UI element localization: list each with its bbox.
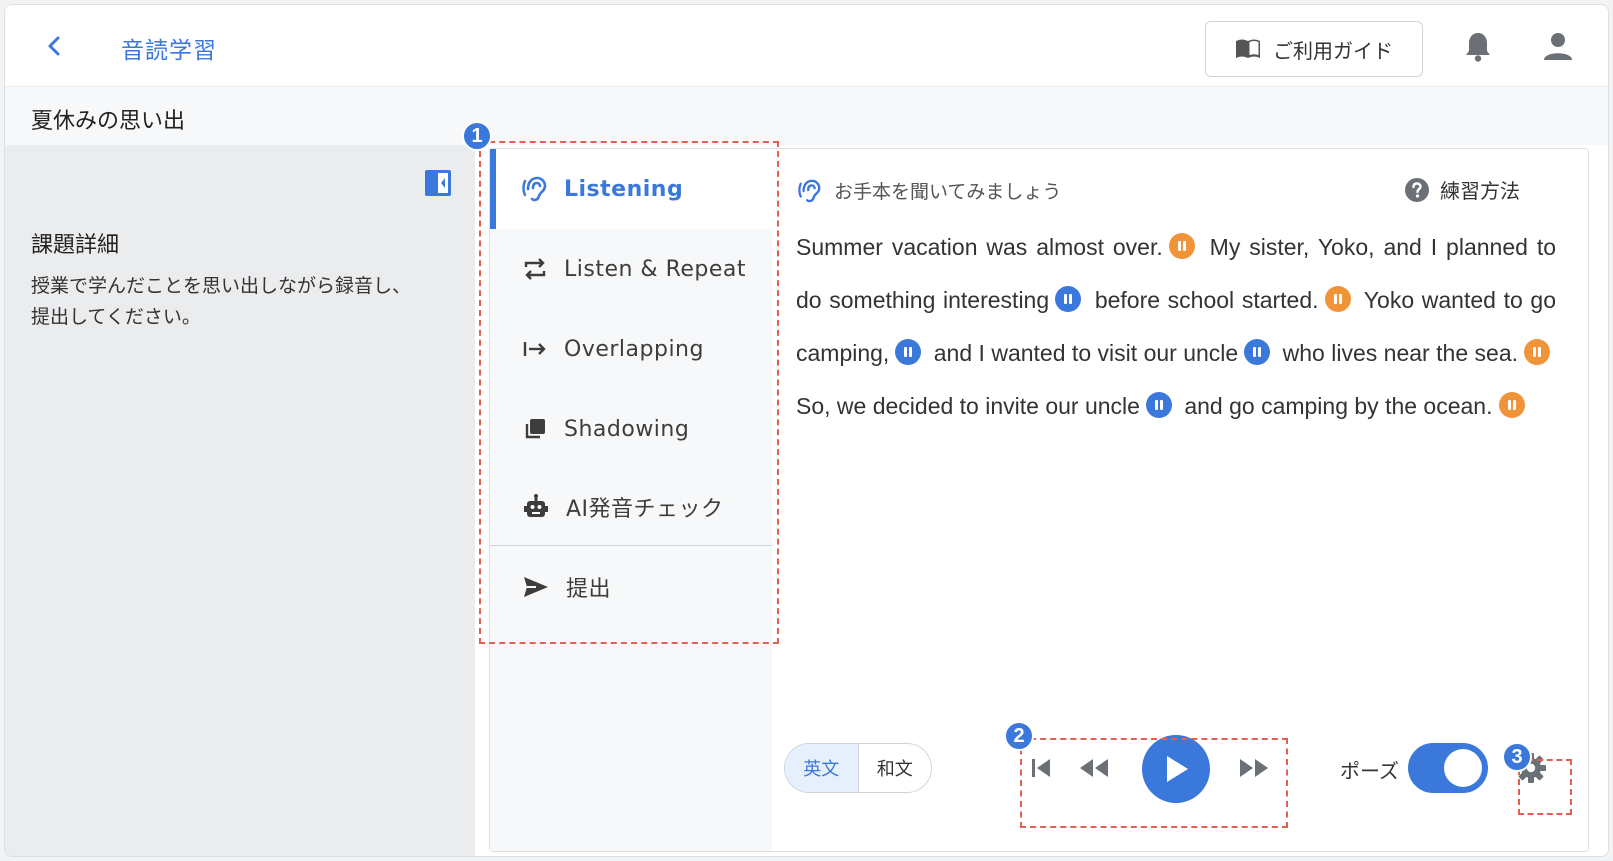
arrow-right-bar-icon bbox=[523, 342, 546, 356]
nav-item-submit[interactable]: 提出 bbox=[490, 547, 772, 627]
lesson-title: 夏休みの思い出 bbox=[31, 109, 186, 134]
help-circle-icon bbox=[1405, 177, 1429, 202]
practice-method-link[interactable]: 練習方法 bbox=[1404, 175, 1520, 204]
notifications-button[interactable] bbox=[1461, 29, 1495, 63]
send-icon bbox=[524, 577, 548, 597]
sidebar-collapse-icon bbox=[425, 170, 451, 196]
detail-title: 課題詳細 bbox=[31, 233, 120, 258]
listening-content: お手本を聞いてみましょう 練習方法 Summer vacation was al… bbox=[772, 149, 1588, 851]
passage-segment: who lives near the sea. bbox=[1282, 340, 1518, 366]
pause-marker-short[interactable] bbox=[1244, 339, 1271, 365]
ear-icon bbox=[798, 179, 821, 202]
passage-segment: and go camping by the ocean. bbox=[1184, 393, 1493, 419]
nav-item-listening[interactable]: Listening bbox=[490, 149, 772, 229]
user-guide-button[interactable]: ご利用ガイド bbox=[1205, 21, 1423, 77]
instruction-text: お手本を聞いてみましょう bbox=[834, 181, 1062, 203]
nav-label-submit: 提出 bbox=[566, 577, 612, 602]
bell-icon bbox=[1466, 33, 1490, 62]
language-toggle: 英文 和文 bbox=[784, 743, 932, 793]
rewind-button[interactable] bbox=[1076, 753, 1112, 783]
practice-method-label: 練習方法 bbox=[1440, 179, 1520, 203]
nav-label-listen-repeat: Listen & Repeat bbox=[564, 256, 747, 282]
passage-segment: So, we decided to invite our uncle bbox=[796, 393, 1140, 419]
nav-label-overlapping: Overlapping bbox=[564, 336, 704, 362]
passage-text: Summer vacation was almost over. My sist… bbox=[796, 221, 1556, 433]
pause-marker-long[interactable] bbox=[1324, 286, 1351, 312]
nav-divider bbox=[490, 545, 772, 546]
fast-forward-button[interactable] bbox=[1236, 753, 1272, 783]
nav-item-shadowing[interactable]: Shadowing bbox=[490, 389, 772, 469]
pause-toggle-switch[interactable] bbox=[1408, 743, 1488, 793]
japanese-text-option[interactable]: 和文 bbox=[859, 744, 932, 792]
pause-toggle-label: ポーズ bbox=[1340, 759, 1399, 783]
instruction: お手本を聞いてみましょう bbox=[798, 177, 1061, 204]
skip-previous-icon bbox=[1032, 759, 1050, 777]
play-button[interactable] bbox=[1142, 735, 1210, 803]
annotation-badge-3: 3 bbox=[1502, 742, 1532, 772]
app-window: 音読学習 ご利用ガイド 夏休みの思い出 課題詳細 授業で学んだことを思い出しなが… bbox=[4, 4, 1609, 857]
user-icon bbox=[1544, 33, 1572, 60]
play-icon bbox=[1167, 756, 1188, 782]
annotation-badge-2: 2 bbox=[1004, 721, 1034, 751]
english-text-option[interactable]: 英文 bbox=[785, 744, 859, 792]
top-header: 音読学習 ご利用ガイド bbox=[5, 5, 1608, 87]
app-title: 音読学習 bbox=[121, 38, 217, 64]
practice-mode-nav: Listening Listen & Repeat Overlapping Sh… bbox=[490, 149, 772, 851]
repeat-icon bbox=[524, 258, 546, 280]
passage-segment: Summer vacation was almost over. bbox=[796, 234, 1163, 260]
assignment-detail-panel: 課題詳細 授業で学んだことを思い出しながら録音し、提出してください。 bbox=[5, 145, 475, 856]
switch-knob bbox=[1444, 749, 1482, 787]
pause-marker-short[interactable] bbox=[895, 339, 922, 365]
skip-to-start-button[interactable] bbox=[1026, 753, 1056, 783]
annotation-badge-1: 1 bbox=[462, 121, 492, 151]
nav-label-ai-pronunciation: AI発音チェック bbox=[566, 497, 724, 522]
pause-marker-long[interactable] bbox=[1498, 392, 1525, 418]
ear-icon bbox=[522, 176, 547, 202]
nav-label-shadowing: Shadowing bbox=[564, 416, 690, 442]
passage-segment: and I wanted to visit our uncle bbox=[933, 340, 1239, 366]
robot-icon bbox=[524, 494, 548, 517]
passage-segment: before school started. bbox=[1094, 287, 1319, 313]
nav-item-overlapping[interactable]: Overlapping bbox=[490, 309, 772, 389]
lesson-title-bar: 夏休みの思い出 bbox=[5, 87, 1608, 145]
rewind-icon bbox=[1080, 759, 1108, 777]
audio-player-controls bbox=[1012, 723, 1292, 813]
nav-item-ai-pronunciation[interactable]: AI発音チェック bbox=[490, 467, 772, 547]
pause-marker-short[interactable] bbox=[1145, 392, 1172, 418]
book-icon bbox=[1236, 39, 1260, 58]
nav-label-listening: Listening bbox=[564, 176, 684, 202]
pause-marker-short[interactable] bbox=[1055, 286, 1082, 312]
nav-item-listen-repeat[interactable]: Listen & Repeat bbox=[490, 229, 772, 309]
chevron-left-icon bbox=[48, 36, 60, 56]
detail-text: 授業で学んだことを思い出しながら録音し、提出してください。 bbox=[31, 275, 412, 328]
account-button[interactable] bbox=[1541, 29, 1575, 63]
copy-icon bbox=[525, 419, 545, 439]
pause-marker-long[interactable] bbox=[1168, 233, 1195, 259]
back-button[interactable] bbox=[39, 31, 69, 61]
pause-marker-long[interactable] bbox=[1524, 339, 1550, 365]
user-guide-label: ご利用ガイド bbox=[1273, 38, 1393, 63]
practice-card: Listening Listen & Repeat Overlapping Sh… bbox=[489, 148, 1589, 852]
collapse-panel-button[interactable] bbox=[424, 169, 452, 197]
fast-forward-icon bbox=[1240, 759, 1268, 777]
